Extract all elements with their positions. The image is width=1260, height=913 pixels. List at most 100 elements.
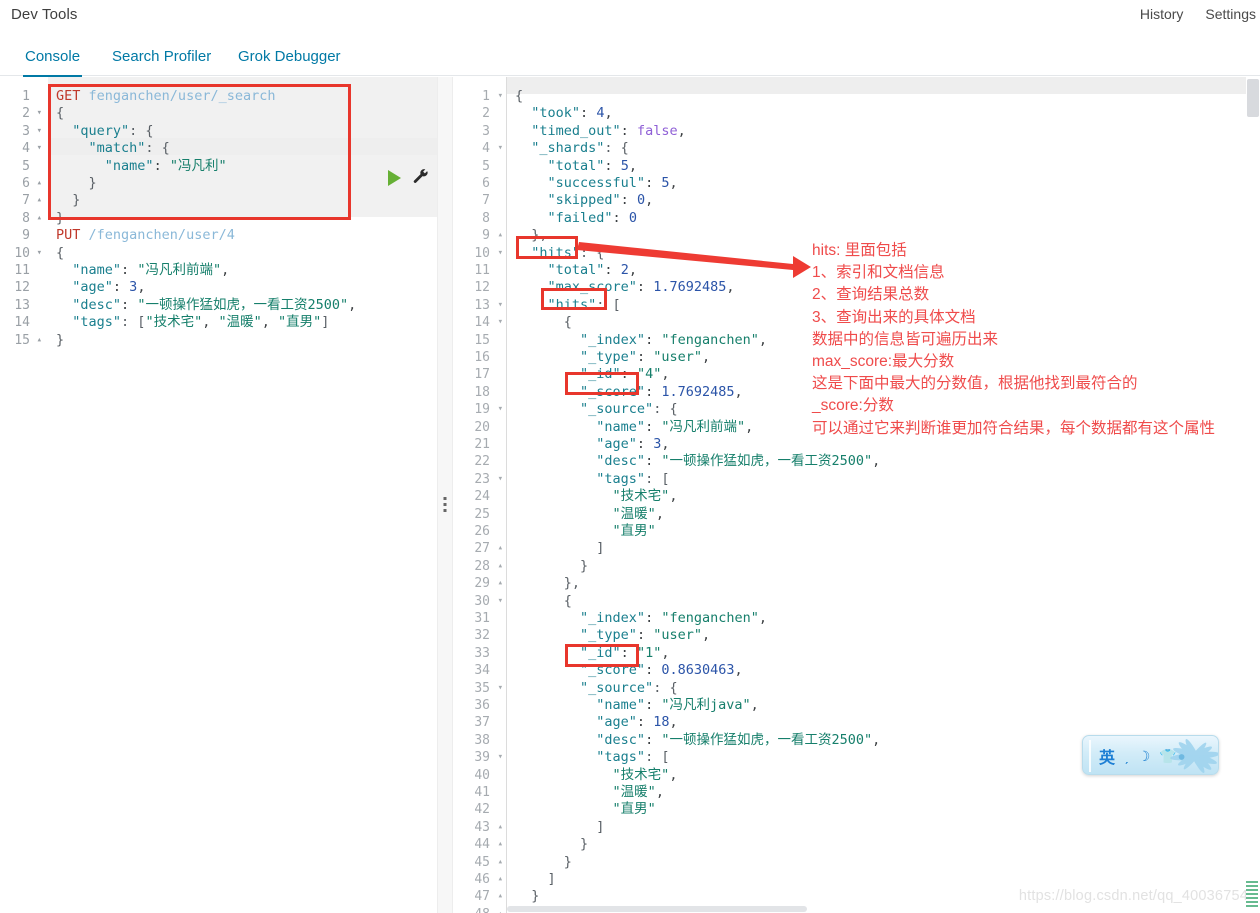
request-editor-pane[interactable]: 1 2 ▾ 3 ▾ 4 ▾ 5 6 ▴ 7 ▴ 8 ▴ 9 10 ▾ 11 12 13 14 15 ▴ GET fengan… bbox=[0, 77, 437, 913]
code-line[interactable]: "desc": "一顿操作猛如虎，一看工资2500", bbox=[515, 732, 880, 749]
scrollbar-thumb-horizontal[interactable] bbox=[507, 906, 807, 912]
code-line[interactable]: "_id": "4", bbox=[515, 366, 669, 383]
code-line[interactable]: "hits": { bbox=[515, 245, 604, 262]
fold-toggle-icon[interactable]: ▾ bbox=[498, 297, 503, 314]
code-line[interactable]: "max_score": 1.7692485, bbox=[515, 279, 735, 296]
scrollbar-thumb[interactable] bbox=[1247, 79, 1259, 117]
code-line[interactable]: "技术宅", bbox=[515, 488, 678, 505]
code-line[interactable]: "age": 3, bbox=[56, 279, 145, 296]
code-line[interactable]: "_type": "user", bbox=[515, 627, 710, 644]
code-line[interactable]: }, bbox=[515, 227, 547, 244]
code-line[interactable]: } bbox=[515, 836, 588, 853]
fold-toggle-icon[interactable]: ▾ bbox=[498, 471, 503, 488]
fold-toggle-icon[interactable]: ▴ bbox=[498, 819, 503, 836]
code-line[interactable]: } bbox=[56, 332, 64, 349]
fold-toggle-icon[interactable]: ▾ bbox=[498, 88, 503, 105]
fold-toggle-icon[interactable]: ▾ bbox=[37, 123, 42, 140]
response-horizontal-scrollbar[interactable] bbox=[507, 905, 1247, 913]
code-line[interactable]: } bbox=[515, 558, 588, 575]
fold-toggle-icon[interactable]: ▴ bbox=[37, 332, 42, 349]
wrench-icon[interactable] bbox=[412, 168, 430, 191]
code-line[interactable]: "desc": "一顿操作猛如虎，一看工资2500", bbox=[56, 297, 356, 314]
code-line[interactable]: { bbox=[56, 245, 64, 262]
fold-toggle-icon[interactable]: ▾ bbox=[498, 680, 503, 697]
code-line[interactable]: "直男" bbox=[515, 801, 656, 818]
code-line[interactable]: "_source": { bbox=[515, 680, 678, 697]
fold-toggle-icon[interactable]: ▴ bbox=[37, 192, 42, 209]
fold-toggle-icon[interactable]: ▾ bbox=[37, 105, 42, 122]
response-editor[interactable]: 1 ▾ 2 3 4 ▾ 5 6 7 8 9 ▴ 10 ▾ 11 12 13 ▾ 14 ▾ 15 16 17 18 19 ▾ 20 21… bbox=[455, 77, 1260, 913]
code-line[interactable]: "failed": 0 bbox=[515, 210, 637, 227]
fold-toggle-icon[interactable]: ▴ bbox=[498, 575, 503, 592]
code-line[interactable]: } bbox=[56, 192, 80, 209]
code-line[interactable]: "温暖", bbox=[515, 506, 664, 523]
tab-grok-debugger[interactable]: Grok Debugger bbox=[236, 36, 343, 76]
code-line[interactable]: "_type": "user", bbox=[515, 349, 710, 366]
fold-toggle-icon[interactable]: ▾ bbox=[37, 140, 42, 157]
code-line[interactable]: }, bbox=[515, 575, 580, 592]
fold-toggle-icon[interactable]: ▾ bbox=[498, 749, 503, 766]
fold-toggle-icon[interactable]: ▴ bbox=[498, 540, 503, 557]
moon-icon[interactable]: ☽ bbox=[1138, 748, 1151, 765]
code-line[interactable]: "took": 4, bbox=[515, 105, 612, 122]
fold-toggle-icon[interactable]: ▴ bbox=[498, 906, 503, 913]
code-line[interactable]: } bbox=[515, 888, 539, 905]
request-gutter[interactable]: 1 2 ▾ 3 ▾ 4 ▾ 5 6 ▴ 7 ▴ 8 ▴ 9 10 ▾ 11 12 13 14 15 ▴ bbox=[0, 77, 48, 913]
code-line[interactable]: "age": 3, bbox=[515, 436, 669, 453]
fold-toggle-icon[interactable]: ▴ bbox=[37, 175, 42, 192]
code-line[interactable]: "_index": "fenganchen", bbox=[515, 610, 767, 627]
fold-toggle-icon[interactable]: ▾ bbox=[498, 314, 503, 331]
code-line[interactable]: "tags": [ bbox=[515, 471, 669, 488]
punctuation-icon[interactable]: ˏ bbox=[1124, 748, 1129, 764]
code-line[interactable]: "_score": 1.7692485, bbox=[515, 384, 743, 401]
ime-mode-label[interactable]: 英 bbox=[1099, 744, 1115, 768]
pane-splitter[interactable] bbox=[437, 77, 453, 913]
code-line[interactable]: "timed_out": false, bbox=[515, 123, 685, 140]
response-gutter[interactable]: 1 ▾ 2 3 4 ▾ 5 6 7 8 9 ▴ 10 ▾ 11 12 13 ▾ 14 ▾ 15 16 17 18 19 ▾ 20 21… bbox=[455, 77, 507, 913]
code-line[interactable]: "直男" bbox=[515, 523, 656, 540]
code-line[interactable]: "hits": [ bbox=[515, 297, 621, 314]
code-line[interactable]: "_score": 0.8630463, bbox=[515, 662, 743, 679]
fold-toggle-icon[interactable]: ▴ bbox=[498, 888, 503, 905]
history-link[interactable]: History bbox=[1140, 6, 1184, 22]
response-code-area[interactable]: { "took": 4, "timed_out": false, "_shard… bbox=[507, 77, 1260, 913]
code-line[interactable]: "tags": [ bbox=[515, 749, 669, 766]
code-line[interactable]: "total": 2, bbox=[515, 262, 637, 279]
fold-toggle-icon[interactable]: ▾ bbox=[498, 593, 503, 610]
play-icon[interactable] bbox=[388, 170, 401, 186]
code-line[interactable]: "age": 18, bbox=[515, 714, 677, 731]
code-line[interactable]: "温暖", bbox=[515, 784, 664, 801]
response-pane[interactable]: 1 ▾ 2 3 4 ▾ 5 6 7 8 9 ▴ 10 ▾ 11 12 13 ▾ 14 ▾ 15 16 17 18 19 ▾ 20 21… bbox=[455, 77, 1260, 913]
fold-toggle-icon[interactable]: ▴ bbox=[498, 558, 503, 575]
code-line[interactable]: { bbox=[515, 88, 523, 105]
code-line[interactable]: "tags": ["技术宅", "温暖", "直男"] bbox=[56, 314, 329, 331]
fold-toggle-icon[interactable]: ▾ bbox=[498, 245, 503, 262]
code-line[interactable]: ] bbox=[515, 819, 604, 836]
fold-toggle-icon[interactable]: ▴ bbox=[37, 210, 42, 227]
code-line[interactable]: PUT /fenganchen/user/4 bbox=[56, 227, 235, 244]
code-line[interactable]: ] bbox=[515, 540, 604, 557]
tab-search-profiler[interactable]: Search Profiler bbox=[110, 36, 213, 76]
code-line[interactable]: "_index": "fenganchen", bbox=[515, 332, 767, 349]
code-line[interactable]: "name": "冯凡利前端", bbox=[56, 262, 229, 279]
fold-toggle-icon[interactable]: ▴ bbox=[498, 871, 503, 888]
code-line[interactable]: "total": 5, bbox=[515, 158, 637, 175]
code-line[interactable]: "successful": 5, bbox=[515, 175, 678, 192]
fold-toggle-icon[interactable]: ▾ bbox=[498, 401, 503, 418]
code-line[interactable]: } bbox=[56, 175, 97, 192]
code-line[interactable]: "name": "冯凡利" bbox=[56, 158, 227, 175]
fold-toggle-icon[interactable]: ▾ bbox=[37, 245, 42, 262]
code-line[interactable]: "_shards": { bbox=[515, 140, 629, 157]
code-line[interactable]: "name": "冯凡利java", bbox=[515, 697, 758, 714]
request-code-area[interactable]: GET fenganchen/user/_search{ "query": { … bbox=[48, 77, 437, 913]
code-line[interactable]: ] bbox=[515, 871, 556, 888]
response-vertical-scrollbar[interactable] bbox=[1246, 77, 1260, 913]
fold-toggle-icon[interactable]: ▾ bbox=[498, 140, 503, 157]
code-line[interactable]: { bbox=[56, 105, 64, 122]
code-line[interactable]: { bbox=[515, 593, 572, 610]
code-line[interactable]: "_id": "1", bbox=[515, 645, 669, 662]
code-line[interactable]: "_source": { bbox=[515, 401, 678, 418]
code-line[interactable]: } bbox=[56, 210, 64, 227]
ime-floating-toolbar[interactable]: 英 ˏ ☽ 👕 bbox=[1082, 735, 1219, 775]
code-line[interactable]: "desc": "一顿操作猛如虎，一看工资2500", bbox=[515, 453, 880, 470]
